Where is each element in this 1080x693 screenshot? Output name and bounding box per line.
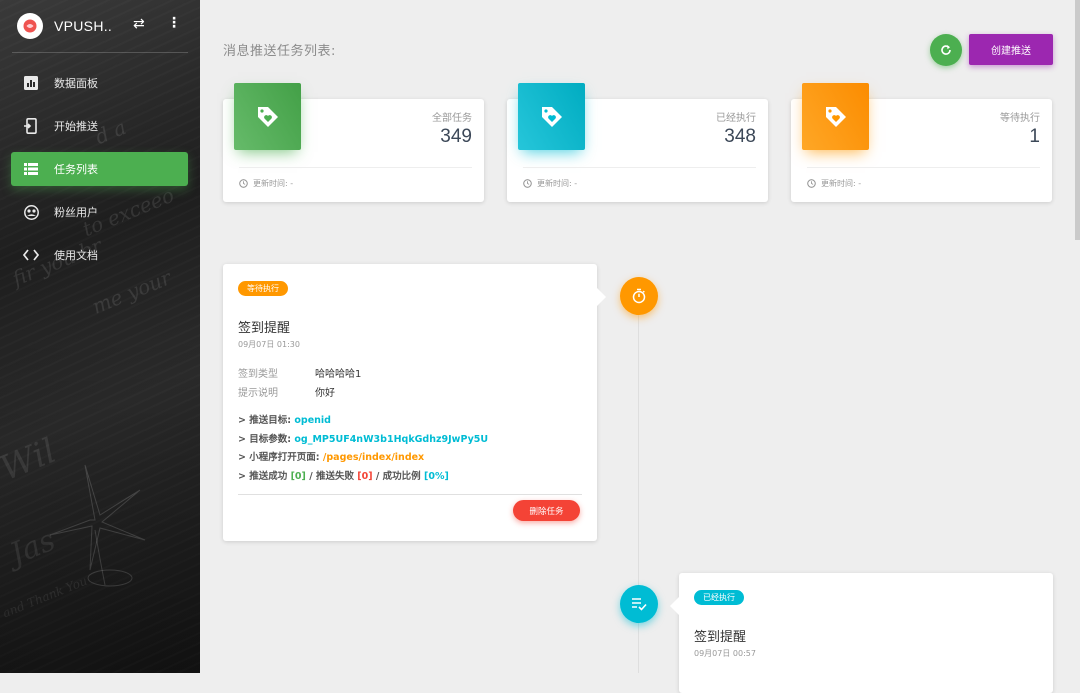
tag-heart-icon xyxy=(802,83,869,150)
brand-logo-icon xyxy=(23,19,37,33)
task-title: 签到提醒 xyxy=(238,321,291,336)
tag-heart-icon xyxy=(234,83,301,150)
logo[interactable] xyxy=(17,13,43,39)
task-title: 签到提醒 xyxy=(694,630,747,645)
ratio-value: [0%] xyxy=(424,470,449,482)
sidebar-item-label: 开始推送 xyxy=(54,120,98,133)
refresh-button[interactable] xyxy=(930,34,962,66)
divider xyxy=(523,167,756,168)
update-clock-icon xyxy=(807,179,816,188)
push-target-value: openid xyxy=(294,415,331,426)
sidebar-item-label: 任务列表 xyxy=(54,163,98,176)
success-label: > 推送成功 xyxy=(238,470,288,482)
update-clock-icon xyxy=(239,179,248,188)
background-handwriting: Jas xyxy=(5,522,61,573)
bar-chart-icon xyxy=(23,75,39,91)
brand-name[interactable]: VPUSH.. xyxy=(54,18,112,34)
task-meta: 签到类型 哈哈哈哈1 提示说明 你好 xyxy=(238,365,361,403)
push-result-row: > 推送成功 [0] / 推送失败 [0] / 成功比例 [0%] xyxy=(238,468,488,487)
target-param-value: og_MP5UF4nW3b1HqkGdhz9JwPy5U xyxy=(294,433,489,445)
target-param-label: > 目标参数: xyxy=(238,433,292,445)
fail-value: [0] xyxy=(357,470,373,482)
success-value: [0] xyxy=(290,470,306,482)
target-param-row: > 目标参数: og_MP5UF4nW3b1HqkGdhz9JwPy5U xyxy=(238,431,488,450)
stat-card-waiting: 等待执行 1 更新时间: - xyxy=(791,83,1052,202)
refresh-icon xyxy=(941,45,951,55)
meta-value: 哈哈哈哈1 xyxy=(315,369,362,380)
code-icon xyxy=(23,247,39,263)
update-clock-icon xyxy=(523,179,532,188)
sidebar-item-start-push[interactable]: 开始推送 xyxy=(11,109,188,143)
task-time: 09月07日 01:30 xyxy=(238,340,300,349)
stat-card-total: 全部任务 349 更新时间: - xyxy=(223,83,484,202)
stat-value: 1 xyxy=(1029,126,1040,147)
task-info: > 推送目标: openid > 目标参数: og_MP5UF4nW3b1Hqk… xyxy=(238,412,488,486)
phone-push-icon xyxy=(23,118,39,134)
stat-label: 等待执行 xyxy=(1000,113,1040,124)
divider xyxy=(239,167,472,168)
create-push-button[interactable]: 创建推送 xyxy=(969,34,1053,65)
playlist-check-icon xyxy=(632,598,647,611)
status-badge: 等待执行 xyxy=(238,281,288,296)
scrollbar[interactable] xyxy=(1075,0,1080,240)
mini-page-row: > 小程序打开页面: /pages/index/index xyxy=(238,449,488,468)
sidebar-item-label: 粉丝用户 xyxy=(54,206,98,219)
push-target-label: > 推送目标: xyxy=(238,415,292,426)
meta-row: 签到类型 哈哈哈哈1 xyxy=(238,365,361,384)
task-card: 已经执行 签到提醒 09月07日 00:57 xyxy=(670,573,1053,693)
sidebar-nav: 数据面板 开始推送 任务列表 粉丝用户 使用文档 xyxy=(11,66,188,281)
meta-row: 提示说明 你好 xyxy=(238,384,361,403)
list-icon xyxy=(23,161,39,177)
sidebar-item-docs[interactable]: 使用文档 xyxy=(11,238,188,272)
page-title: 消息推送任务列表: xyxy=(223,44,336,59)
task-card: 等待执行 签到提醒 09月07日 01:30 签到类型 哈哈哈哈1 提示说明 你… xyxy=(223,264,606,541)
background-handwriting: and Thank You xyxy=(0,573,90,621)
swap-icon[interactable]: ⇄ xyxy=(133,16,145,32)
stat-card-executed: 已经执行 348 更新时间: - xyxy=(507,83,768,202)
sidebar-item-label: 使用文档 xyxy=(54,249,98,262)
stat-value: 348 xyxy=(724,126,756,147)
divider xyxy=(807,167,1040,168)
sidebar-item-dashboard[interactable]: 数据面板 xyxy=(11,66,188,100)
sidebar-item-label: 数据面板 xyxy=(54,77,98,90)
users-icon xyxy=(23,204,39,220)
stat-label: 全部任务 xyxy=(432,113,472,124)
sidebar: d a to exceeo fir you br me your Wil Jas… xyxy=(0,0,200,673)
divider xyxy=(238,494,582,495)
stat-footer: 更新时间: - xyxy=(523,178,577,189)
stat-footer: 更新时间: - xyxy=(807,178,861,189)
stat-update-time: 更新时间: - xyxy=(821,179,862,188)
ratio-label: / 成功比例 xyxy=(375,470,421,482)
push-target-row: > 推送目标: openid xyxy=(238,412,488,431)
stat-value: 349 xyxy=(440,126,472,147)
fail-label: / 推送失败 xyxy=(309,470,354,482)
flower-sketch xyxy=(49,464,146,587)
more-vert-icon[interactable]: ⋮ xyxy=(167,15,181,31)
brand: VPUSH.. ⇄ ⋮ xyxy=(17,13,187,39)
meta-key: 提示说明 xyxy=(238,388,278,399)
mini-page-value: /pages/index/index xyxy=(322,452,425,463)
mini-page-label: > 小程序打开页面: xyxy=(238,452,320,463)
status-badge: 已经执行 xyxy=(694,590,744,605)
timeline-badge-executed xyxy=(620,585,658,623)
sidebar-item-fans[interactable]: 粉丝用户 xyxy=(11,195,188,229)
stopwatch-icon xyxy=(632,288,646,304)
stat-label: 已经执行 xyxy=(716,113,756,124)
meta-key: 签到类型 xyxy=(238,369,278,380)
background-handwriting: Wil xyxy=(0,430,62,490)
sidebar-item-task-list[interactable]: 任务列表 xyxy=(11,152,188,186)
divider xyxy=(12,52,188,53)
stat-update-time: 更新时间: - xyxy=(253,179,294,188)
stat-footer: 更新时间: - xyxy=(239,178,293,189)
task-time: 09月07日 00:57 xyxy=(694,649,756,658)
delete-task-button[interactable]: 删除任务 xyxy=(513,500,580,521)
timeline-badge-waiting xyxy=(620,277,658,315)
meta-value: 你好 xyxy=(315,388,335,399)
stat-update-time: 更新时间: - xyxy=(537,179,578,188)
tag-heart-icon xyxy=(518,83,585,150)
